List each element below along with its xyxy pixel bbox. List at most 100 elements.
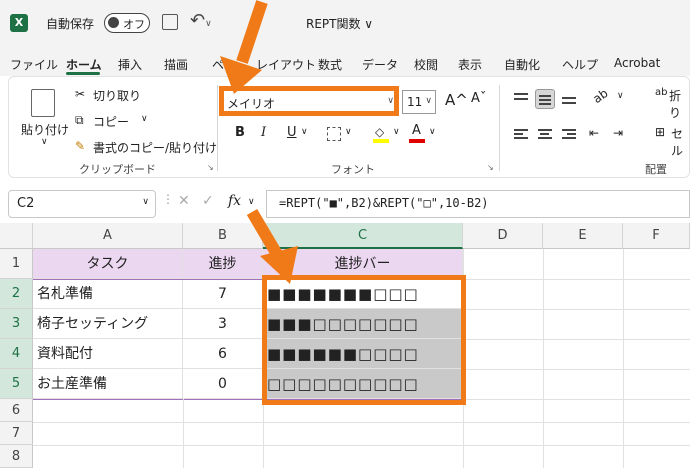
grid-line xyxy=(463,339,690,340)
grid-line xyxy=(263,405,264,468)
copy-icon: ⧉ xyxy=(75,113,84,127)
group-divider xyxy=(217,85,218,171)
task-cell[interactable]: 椅子セッティング xyxy=(33,309,183,339)
arrow-to-font-icon xyxy=(220,0,268,94)
orientation-icon[interactable]: ab xyxy=(590,86,610,106)
row-header-2[interactable]: 2 xyxy=(0,279,33,309)
fill-chevron-icon[interactable]: ∨ xyxy=(393,127,400,137)
orientation-chevron-icon[interactable]: ∨ xyxy=(617,91,624,101)
paste-icon[interactable] xyxy=(31,89,55,117)
tab-automate[interactable]: 自動化 xyxy=(504,56,540,73)
column-header-d[interactable]: D xyxy=(463,223,543,249)
more-icon: ⋮ xyxy=(162,192,174,206)
align-bottom-icon[interactable] xyxy=(559,89,579,109)
grid-line xyxy=(623,249,624,468)
align-center-icon[interactable] xyxy=(535,125,555,145)
progress-cell[interactable]: 3 xyxy=(183,309,263,339)
borders-chevron-icon[interactable]: ∨ xyxy=(345,127,352,137)
copy-chevron-icon[interactable]: ∨ xyxy=(141,114,148,124)
task-cell[interactable]: 資料配付 xyxy=(33,339,183,369)
tab-view[interactable]: 表示 xyxy=(458,56,482,73)
format-painter-icon: ✎ xyxy=(75,139,86,153)
grid-line xyxy=(183,399,184,468)
borders-icon[interactable] xyxy=(327,127,341,141)
excel-logo-icon: X xyxy=(10,14,28,32)
row-header-4[interactable]: 4 xyxy=(0,339,33,369)
row-header-8[interactable]: 8 xyxy=(0,445,33,468)
increase-indent-icon[interactable]: ⇥ xyxy=(613,126,623,140)
column-header-a[interactable]: A xyxy=(33,223,183,249)
tab-formulas[interactable]: 数式 xyxy=(318,56,342,73)
row-header-6[interactable]: 6 xyxy=(0,399,33,422)
paste-button[interactable]: 貼り付け xyxy=(21,121,69,138)
column-header-e[interactable]: E xyxy=(543,223,623,249)
task-cell[interactable]: お土産準備 xyxy=(33,369,183,399)
align-middle-icon[interactable] xyxy=(535,89,555,109)
grid-line xyxy=(463,279,690,280)
clipboard-launcher-icon[interactable]: ↘ xyxy=(207,163,214,172)
copy-button[interactable]: コピー xyxy=(93,113,129,130)
autosave-state: オフ xyxy=(123,18,145,31)
row-header-7[interactable]: 7 xyxy=(0,422,33,445)
undo-icon[interactable]: ↶∨ xyxy=(190,10,212,31)
underline-button[interactable]: U xyxy=(287,125,297,140)
tab-help[interactable]: ヘルプ xyxy=(562,56,598,73)
autosave-toggle[interactable]: オフ xyxy=(104,13,150,33)
arrow-to-cells-icon xyxy=(246,208,298,284)
active-tab-indicator xyxy=(66,72,100,75)
tab-file[interactable]: ファイル xyxy=(10,56,58,73)
formula-input[interactable]: =REPT("■",B2)&REPT("□",10-B2) xyxy=(266,190,690,218)
italic-button[interactable]: I xyxy=(261,125,266,140)
font-color-icon[interactable]: A xyxy=(409,123,425,143)
grid-line xyxy=(33,445,690,446)
toggle-knob xyxy=(108,17,119,28)
enter-icon[interactable]: ✓ xyxy=(202,193,214,209)
column-header-f[interactable]: F xyxy=(623,223,690,249)
insert-function-icon[interactable]: fx xyxy=(228,193,241,209)
tab-acrobat[interactable]: Acrobat xyxy=(614,56,660,70)
save-icon[interactable] xyxy=(162,14,178,30)
row-header-5[interactable]: 5 xyxy=(0,369,33,399)
alignment-group-label: 配置 xyxy=(645,163,667,176)
shrink-font-icon[interactable]: Aˇ xyxy=(471,91,486,106)
chevron-down-icon: ∨ xyxy=(425,96,432,106)
font-group-label: フォント xyxy=(331,163,375,176)
font-color-chevron-icon[interactable]: ∨ xyxy=(429,127,436,137)
cancel-icon[interactable]: ✕ xyxy=(178,193,190,209)
row-header-3[interactable]: 3 xyxy=(0,309,33,339)
tab-data[interactable]: データ xyxy=(362,56,398,73)
decrease-indent-icon[interactable]: ⇤ xyxy=(589,126,599,140)
tab-review[interactable]: 校閲 xyxy=(414,56,438,73)
fill-color-icon[interactable]: ◇ xyxy=(373,125,389,143)
tab-draw[interactable]: 描画 xyxy=(164,56,188,73)
wrap-text-button[interactable]: 折り xyxy=(669,87,689,121)
bold-button[interactable]: B xyxy=(235,125,245,140)
align-right-icon[interactable] xyxy=(559,125,579,145)
chevron-down-icon: ∨ xyxy=(142,197,149,207)
underline-chevron-icon[interactable]: ∨ xyxy=(301,127,308,137)
merge-button[interactable]: セル xyxy=(671,125,689,159)
select-all-corner[interactable] xyxy=(0,223,33,249)
paste-chevron-icon[interactable]: ∨ xyxy=(41,137,48,147)
chevron-down-icon[interactable]: ∨ xyxy=(248,197,255,207)
grow-font-icon[interactable]: A^ xyxy=(445,91,468,109)
merge-icon: ⊞ xyxy=(655,125,666,139)
progress-cell[interactable]: 0 xyxy=(183,369,263,399)
document-name[interactable]: REPT関数 ∨ xyxy=(306,15,373,32)
row-header-1[interactable]: 1 xyxy=(0,249,33,279)
name-box[interactable]: C2 ∨ xyxy=(8,190,156,218)
tab-home[interactable]: ホーム xyxy=(66,56,102,73)
align-left-icon[interactable] xyxy=(511,125,531,145)
format-painter-button[interactable]: 書式のコピー/貼り付け xyxy=(93,139,217,156)
align-top-icon[interactable] xyxy=(511,89,531,109)
progress-cell[interactable]: 6 xyxy=(183,339,263,369)
grid-line xyxy=(463,309,690,310)
cut-button[interactable]: 切り取り xyxy=(93,87,141,104)
task-cell[interactable]: 名札準備 xyxy=(33,279,183,309)
ribbon-tabs: ファイル ホーム 挿入 描画 ペ レイアウト 数式 データ 校閲 表示 自動化 … xyxy=(0,46,690,76)
header-cell-task[interactable]: タスク xyxy=(33,249,183,279)
grid-line xyxy=(33,422,690,423)
font-size-select[interactable]: 11 ∨ xyxy=(402,90,436,114)
tab-insert[interactable]: 挿入 xyxy=(118,56,142,73)
font-launcher-icon[interactable]: ↘ xyxy=(487,163,494,172)
